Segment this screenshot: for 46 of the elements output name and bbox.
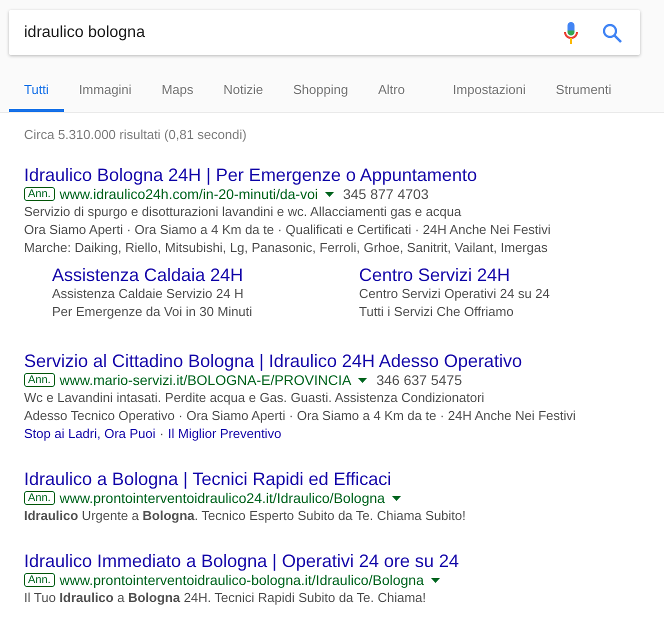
ad-badge: Ann. [24, 187, 55, 201]
ad-title[interactable]: Idraulico Bologna 24H | Per Emergenze o Appuntamento [24, 165, 640, 185]
ad-title[interactable]: Idraulico Immediato a Bologna | Operativi 24 ore su 24 [24, 551, 640, 571]
phone-number: 345 877 4703 [342, 185, 429, 203]
ad-badge: Ann. [24, 373, 55, 387]
ad-url[interactable]: www.mario-servizi.it/BOLOGNA-E/PROVINCIA [60, 371, 352, 389]
sitelink-title[interactable]: Assistenza Caldaia 24H [52, 265, 359, 285]
tab[interactable]: Notizie [208, 70, 278, 112]
ad-description: Ora Siamo Aperti · Ora Siamo a 4 Km da te · Qualificati e Certificati · 24H Anche Nei Festivi [24, 221, 552, 239]
caret-icon[interactable] [358, 378, 368, 382]
tab[interactable]: Maps [146, 70, 208, 112]
sitelink-description: Per Emergenze da Voi in 30 Minuti [52, 303, 254, 321]
ad-url[interactable]: www.prontointerventoidraulico-bologna.it/Idraulico/Bologna [60, 571, 424, 589]
microphone-icon[interactable] [564, 22, 578, 44]
tab[interactable]: Tutti [9, 70, 64, 112]
ad-description: Marche: Daiking, Riello, Mitsubishi, Lg, Panasonic, Ferroli, Grhoe, Sanitrit, Vailant, Imergas [24, 239, 549, 257]
caret-icon[interactable] [430, 578, 440, 582]
phone-number: 346 637 5475 [376, 371, 462, 389]
caret-icon[interactable] [392, 496, 401, 500]
ad-title[interactable]: Servizio al Cittadino Bologna | Idraulico 24H Adesso Operativo [24, 351, 640, 371]
search-field[interactable]: idraulico bologna [9, 10, 640, 55]
tab[interactable]: Altro [363, 70, 420, 112]
ad-badge: Ann. [24, 573, 55, 587]
ad-url[interactable]: www.prontointerventoidraulico24.it/Idraulico/Bologna [60, 489, 385, 507]
sitelink-description: Tutti i Servizi Che Offriamo [359, 303, 515, 321]
sitelink-description: Centro Servizi Operativi 24 su 24 [359, 285, 551, 303]
ad-description: Wc e Lavandini intasati. Perdite acqua e Gas. Guasti. Assistenza Condizionatori [24, 389, 486, 407]
result-stats: Circa 5.310.000 risultati (0,81 secondi) [24, 126, 248, 144]
sitelink-description: Assistenza Caldaie Servizio 24 H [52, 285, 244, 303]
menu-link[interactable]: Impostazioni [438, 70, 541, 112]
ad-description: Servizio di spurgo e disotturazioni lavandini e wc. Allacciamenti gas e acqua [24, 203, 462, 221]
ad-description: Adesso Tecnico Operativo · Ora Siamo Aperti · Ora Siamo a 4 Km da te · 24H Anche Nei Festivi [24, 407, 577, 425]
ad-badge: Ann. [24, 491, 55, 505]
caret-icon[interactable] [324, 192, 334, 196]
ad-url[interactable]: www.idraulico24h.com/in-20-minuti/da-voi [60, 185, 318, 203]
tab[interactable]: Shopping [278, 70, 364, 112]
ad-link[interactable]: Il Miglior Preventivo [168, 425, 282, 443]
search-icon[interactable] [602, 22, 622, 42]
menu-link[interactable]: Strumenti [540, 70, 626, 112]
ad-description: Il Tuo Idraulico a Bologna 24H. Tecnici Rapidi Subito da Te. Chiama! [24, 589, 428, 607]
link-separator: · [160, 425, 164, 443]
ad-title[interactable]: Idraulico a Bologna | Tecnici Rapidi ed Efficaci [24, 469, 640, 489]
ad-link[interactable]: Stop ai Ladri, Ora Puoi [24, 425, 156, 443]
sitelink-title[interactable]: Centro Servizi 24H [359, 265, 640, 285]
ad-description: Idraulico Urgente a Bologna. Tecnico Esperto Subito da Te. Chiama Subito! [24, 507, 467, 525]
tab[interactable]: Immagini [64, 70, 147, 112]
